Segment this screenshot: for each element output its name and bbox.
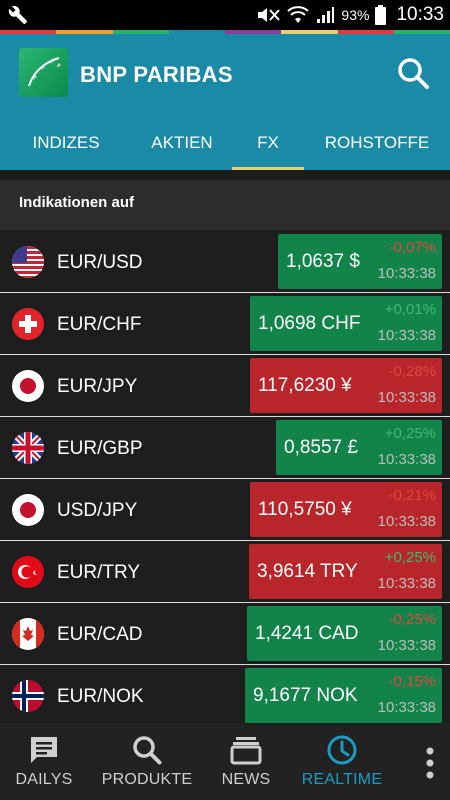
nav-dailys[interactable]: DAILYS xyxy=(12,723,76,800)
news-stack-icon xyxy=(230,737,262,765)
clock-time: 10:33 xyxy=(396,4,444,25)
list-item[interactable]: EUR/CAD 1,4241 CAD -0,25% 10:33:38 xyxy=(0,603,450,665)
search-icon xyxy=(133,736,162,765)
change-percent: -0,28% xyxy=(388,363,436,380)
wifi-icon xyxy=(287,6,310,23)
chat-icon xyxy=(31,737,57,763)
list-item[interactable]: EUR/TRY 3,9614 TRY +0,25% 10:33:38 xyxy=(0,541,450,603)
list-item[interactable]: USD/JPY 110,5750 ¥ -0,21% 10:33:38 xyxy=(0,479,450,541)
battery-percent: 93% xyxy=(341,7,370,23)
change-percent: -0,15% xyxy=(388,673,436,690)
timestamp: 10:33:38 xyxy=(377,513,436,530)
list-item[interactable]: EUR/JPY 117,6230 ¥ -0,28% 10:33:38 xyxy=(0,355,450,417)
price-value: 1,0698 CHF xyxy=(258,313,361,334)
price-value: 1,0637 $ xyxy=(286,251,360,272)
price-box: 9,1677 NOK -0,15% 10:33:38 xyxy=(245,668,442,723)
price-value: 3,9614 TRY xyxy=(257,561,358,582)
timestamp: 10:33:38 xyxy=(377,389,436,406)
price-box: 117,6230 ¥ -0,28% 10:33:38 xyxy=(250,358,442,413)
nav-label: NEWS xyxy=(221,771,271,788)
currency-pair: USD/JPY xyxy=(57,500,138,521)
currency-pair: EUR/USD xyxy=(57,252,143,273)
price-value: 117,6230 ¥ xyxy=(258,375,352,396)
price-value: 1,4241 CAD xyxy=(255,623,359,644)
signal-icon xyxy=(317,7,335,23)
currency-pair: EUR/CAD xyxy=(57,624,143,645)
currency-pair: EUR/TRY xyxy=(57,562,141,583)
section-title: Indikationen auf xyxy=(19,194,135,211)
timestamp: 10:33:38 xyxy=(377,575,436,592)
wrench-icon xyxy=(8,5,28,25)
timestamp: 10:33:38 xyxy=(377,699,436,716)
change-percent: -0,07% xyxy=(388,239,436,256)
jp-flag-icon xyxy=(12,370,44,402)
timestamp: 10:33:38 xyxy=(377,327,436,344)
nav-label: REALTIME xyxy=(301,771,383,788)
brand-name: BNP PARIBAS xyxy=(80,62,233,87)
change-percent: +0,25% xyxy=(384,425,436,442)
change-percent: +0,01% xyxy=(384,301,436,318)
price-box: 1,4241 CAD -0,25% 10:33:38 xyxy=(247,606,442,661)
price-box: 3,9614 TRY +0,25% 10:33:38 xyxy=(249,544,442,599)
search-icon[interactable] xyxy=(396,56,430,90)
nav-produkte[interactable]: PRODUKTE xyxy=(101,723,193,800)
status-bar: 93% 10:33 xyxy=(0,0,450,30)
tab-aktien[interactable]: AKTIEN xyxy=(132,116,232,170)
gb-flag-icon xyxy=(12,432,44,464)
list-item[interactable]: EUR/GBP 0,8557 £ +0,25% 10:33:38 xyxy=(0,417,450,479)
section-header: Indikationen auf xyxy=(0,180,450,230)
nav-news[interactable]: NEWS xyxy=(216,723,276,800)
us-flag-icon xyxy=(12,246,44,278)
ch-flag-icon xyxy=(12,308,44,340)
no-flag-icon xyxy=(12,680,44,712)
price-box: 1,0637 $ -0,07% 10:33:38 xyxy=(278,234,442,289)
price-box: 0,8557 £ +0,25% 10:33:38 xyxy=(276,420,442,475)
tr-flag-icon xyxy=(12,556,44,588)
fx-list: EUR/USD 1,0637 $ -0,07% 10:33:38 EUR/CHF… xyxy=(0,231,450,723)
jp-flag-icon xyxy=(12,494,44,526)
more-vert-icon[interactable] xyxy=(426,747,434,779)
currency-pair: EUR/NOK xyxy=(57,686,144,707)
tab-indizes[interactable]: INDIZES xyxy=(0,116,132,170)
nav-label: PRODUKTE xyxy=(101,771,193,788)
tab-fx[interactable]: FX xyxy=(232,116,304,170)
timestamp: 10:33:38 xyxy=(377,451,436,468)
nav-label: DAILYS xyxy=(15,771,73,788)
price-box: 1,0698 CHF +0,01% 10:33:38 xyxy=(250,296,442,351)
currency-pair: EUR/GBP xyxy=(57,438,143,459)
timestamp: 10:33:38 xyxy=(377,265,436,282)
currency-pair: EUR/JPY xyxy=(57,376,138,397)
mute-icon xyxy=(258,8,281,22)
list-item[interactable]: EUR/USD 1,0637 $ -0,07% 10:33:38 xyxy=(0,231,450,293)
battery-icon xyxy=(375,5,387,25)
ca-flag-icon xyxy=(12,618,44,650)
tab-rohstoffe[interactable]: ROHSTOFFE xyxy=(304,116,450,170)
timestamp: 10:33:38 xyxy=(377,637,436,654)
change-percent: -0,21% xyxy=(388,487,436,504)
change-percent: +0,25% xyxy=(384,549,436,566)
currency-pair: EUR/CHF xyxy=(57,314,142,335)
change-percent: -0,25% xyxy=(388,611,436,628)
price-box: 110,5750 ¥ -0,21% 10:33:38 xyxy=(250,482,442,537)
app-bar: BNP PARIBAS xyxy=(0,34,450,116)
bnp-stars-logo xyxy=(19,48,68,97)
price-value: 110,5750 ¥ xyxy=(258,499,352,520)
bottom-navigation: DAILYS PRODUKTE NEWS REALTIME xyxy=(0,723,450,800)
list-item[interactable]: EUR/CHF 1,0698 CHF +0,01% 10:33:38 xyxy=(0,293,450,355)
list-item[interactable]: EUR/NOK 9,1677 NOK -0,15% 10:33:38 xyxy=(0,665,450,723)
clock-icon xyxy=(327,735,357,765)
category-tabs: INDIZES AKTIEN FX ROHSTOFFE xyxy=(0,116,450,170)
divider xyxy=(0,170,450,180)
price-value: 0,8557 £ xyxy=(284,437,358,458)
price-value: 9,1677 NOK xyxy=(253,685,358,706)
nav-realtime[interactable]: REALTIME xyxy=(300,723,384,800)
